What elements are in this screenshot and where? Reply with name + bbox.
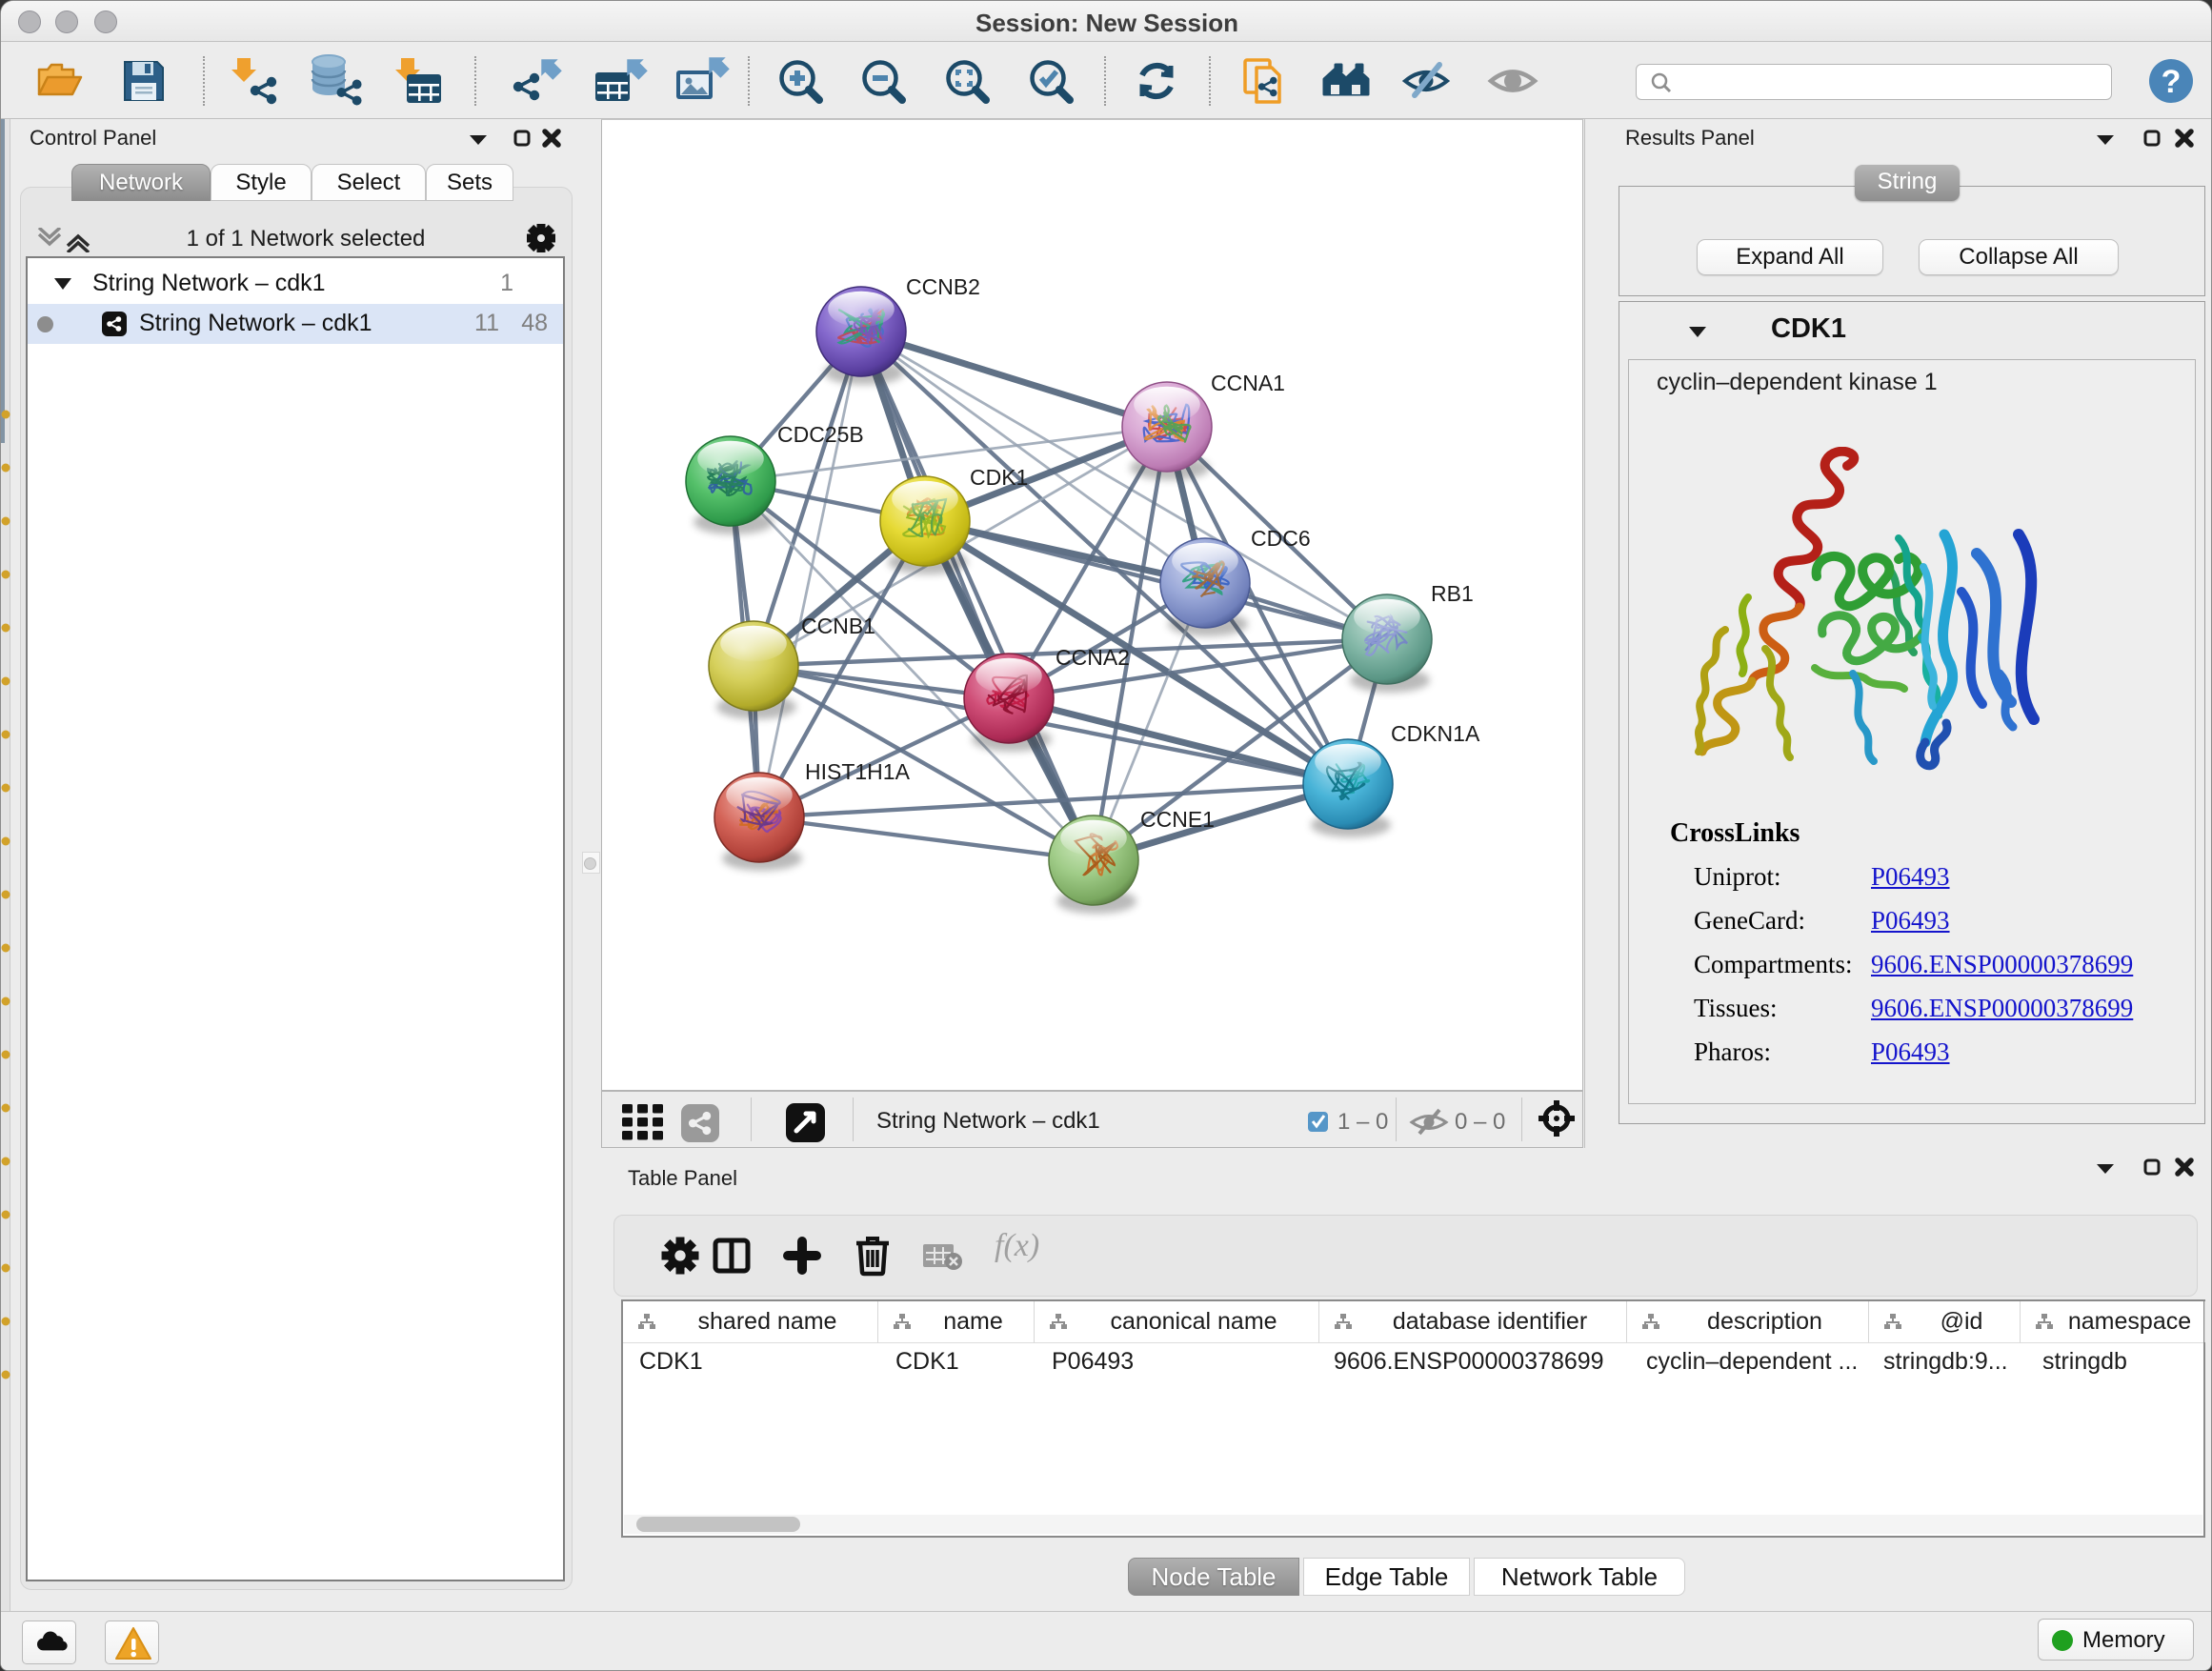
svg-text:RB1: RB1 xyxy=(1431,581,1474,606)
svg-text:CDK1: CDK1 xyxy=(970,465,1028,490)
svg-text:CCNB2: CCNB2 xyxy=(906,274,980,299)
svg-text:CCNA1: CCNA1 xyxy=(1211,371,1285,395)
svg-text:CCNA2: CCNA2 xyxy=(1056,645,1130,670)
svg-text:CDC6: CDC6 xyxy=(1251,526,1311,551)
svg-text:?: ? xyxy=(2162,64,2182,100)
svg-text:CDC25B: CDC25B xyxy=(777,422,864,447)
svg-text:CCNE1: CCNE1 xyxy=(1140,807,1215,832)
svg-text:HIST1H1A: HIST1H1A xyxy=(805,759,911,784)
svg-text:CDKN1A: CDKN1A xyxy=(1391,721,1480,746)
svg-text:CCNB1: CCNB1 xyxy=(801,614,875,638)
